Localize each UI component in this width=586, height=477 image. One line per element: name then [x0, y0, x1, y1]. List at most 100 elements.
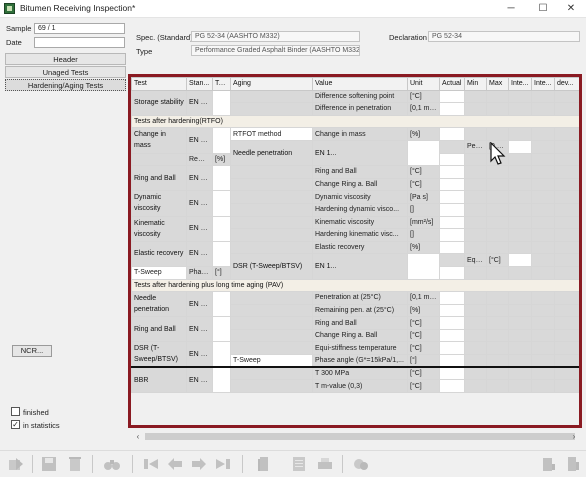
test-flag-cell[interactable] — [212, 89, 231, 116]
test-name-cell[interactable]: Kinematic viscosity — [131, 215, 187, 242]
standard-cell[interactable]: EN 1... — [186, 165, 213, 192]
test-name-cell[interactable]: BBR — [131, 366, 187, 393]
standard-cell[interactable]: EN 1... — [186, 240, 213, 267]
aging-cell[interactable] — [230, 341, 313, 356]
horizontal-scrollbar[interactable]: ‹ › — [133, 431, 579, 442]
test-name-cell[interactable]: Elastic recovery — [131, 240, 187, 267]
standard-cell[interactable]: EN 1... — [186, 366, 213, 393]
actual-value-input[interactable] — [439, 328, 465, 343]
document-icon[interactable] — [254, 456, 272, 472]
column-header[interactable]: Test — [131, 77, 187, 91]
aging-cell[interactable] — [230, 177, 313, 192]
column-header[interactable]: Actual — [439, 77, 465, 91]
close-button[interactable]: ✕ — [556, 0, 586, 18]
attach-icon[interactable] — [352, 456, 370, 472]
previous-record-icon[interactable] — [166, 456, 184, 472]
column-header[interactable]: Max — [486, 77, 509, 91]
test-name-cell[interactable]: Change in mass — [131, 127, 187, 154]
actual-value-input[interactable] — [439, 127, 465, 141]
actual-value-input[interactable] — [508, 139, 532, 154]
ncr-button[interactable]: NCR... — [12, 345, 52, 357]
standard-cell[interactable]: EN 1... — [186, 316, 213, 343]
actual-value-input[interactable] — [439, 316, 465, 330]
test-flag-cell[interactable] — [407, 139, 440, 167]
test-name-cell[interactable]: Needle penetration — [131, 291, 187, 318]
column-header[interactable]: Unit — [407, 77, 440, 91]
exit-icon[interactable] — [7, 456, 25, 472]
aging-cell[interactable] — [439, 139, 465, 154]
column-header[interactable]: Aging — [230, 77, 313, 91]
actual-value-input[interactable] — [439, 165, 465, 179]
aging-cell[interactable] — [230, 165, 313, 179]
aging-cell[interactable] — [230, 240, 313, 255]
report-icon[interactable] — [290, 456, 308, 472]
aging-cell[interactable] — [230, 303, 313, 318]
aging-cell[interactable]: T-Sweep — [230, 354, 313, 368]
aging-cell[interactable] — [230, 190, 313, 204]
test-flag-cell[interactable] — [212, 190, 231, 217]
standard-cell[interactable]: EN 1... — [186, 127, 213, 154]
actual-value-input[interactable] — [439, 354, 465, 368]
standard-cell[interactable]: EN 1... — [186, 89, 213, 116]
aging-cell[interactable] — [230, 379, 313, 393]
test-name-cell[interactable]: Ring and Ball — [131, 316, 187, 343]
test-name-cell[interactable]: DSR (T-Sweep/BTSV) — [131, 341, 187, 368]
aging-cell[interactable] — [230, 202, 313, 217]
test-flag-cell[interactable] — [212, 165, 231, 192]
scroll-left-icon[interactable]: ‹ — [133, 431, 143, 442]
test-name-cell[interactable]: Needle penetration — [230, 139, 313, 167]
test-flag-cell[interactable] — [407, 253, 440, 280]
nav-header-button[interactable]: Header — [5, 53, 126, 65]
actual-value-input[interactable] — [439, 341, 465, 356]
column-header[interactable]: Te... — [212, 77, 231, 91]
test-flag-cell[interactable] — [212, 291, 231, 318]
actual-value-input[interactable] — [439, 89, 465, 104]
actual-value-input[interactable] — [439, 240, 465, 255]
test-name-cell[interactable]: Storage stability — [131, 89, 187, 116]
column-header[interactable]: Stan... — [186, 77, 213, 91]
test-flag-cell[interactable] — [212, 240, 231, 267]
next-record-icon[interactable] — [190, 456, 208, 472]
actual-value-input[interactable] — [439, 265, 465, 280]
nav-unaged-tests-button[interactable]: Unaged Tests — [5, 66, 126, 78]
standard-cell[interactable]: EN 1... — [312, 253, 408, 280]
aging-cell[interactable] — [230, 316, 313, 330]
aging-cell[interactable] — [439, 253, 465, 267]
in-statistics-checkbox[interactable]: ✓ — [11, 420, 20, 429]
actual-value-input[interactable] — [439, 303, 465, 318]
standard-cell[interactable]: EN 1... — [186, 341, 213, 368]
test-flag-cell[interactable] — [212, 341, 231, 368]
finished-checkbox[interactable] — [11, 407, 20, 416]
aging-cell[interactable] — [230, 328, 313, 343]
test-flag-cell[interactable] — [212, 215, 231, 242]
test-flag-cell[interactable] — [212, 316, 231, 343]
delete-icon[interactable] — [66, 456, 84, 472]
first-record-icon[interactable] — [142, 456, 160, 472]
search-binoculars-icon[interactable] — [103, 456, 121, 472]
column-header[interactable]: Inte... — [508, 77, 532, 91]
standard-cell[interactable]: EN 1... — [186, 291, 213, 318]
actual-value-input[interactable] — [439, 228, 465, 242]
standard-cell[interactable]: EN 1... — [312, 139, 408, 167]
maximize-button[interactable]: ☐ — [528, 0, 558, 18]
aging-cell[interactable] — [230, 228, 313, 242]
test-flag-cell[interactable] — [212, 127, 231, 154]
aging-cell[interactable]: RTFOT method — [230, 127, 313, 141]
aging-cell[interactable] — [230, 215, 313, 230]
column-header[interactable]: Inte... — [531, 77, 555, 91]
print-icon[interactable] — [316, 456, 334, 472]
aging-cell[interactable] — [131, 152, 187, 167]
actual-value-input[interactable] — [439, 202, 465, 217]
declaration-field[interactable]: PG 52-34 — [428, 31, 580, 42]
actual-value-input[interactable] — [439, 379, 465, 393]
actual-value-input[interactable] — [439, 215, 465, 230]
minimize-button[interactable]: ─ — [496, 0, 526, 18]
actual-value-input[interactable] — [439, 102, 465, 116]
standard-cell[interactable]: EN 1... — [186, 215, 213, 242]
standard-cell[interactable]: EN 1... — [186, 190, 213, 217]
test-flag-cell[interactable] — [212, 366, 231, 393]
nav-hardening-aging-tests-button[interactable]: Hardening/Aging Tests — [5, 79, 126, 91]
scrollbar-thumb[interactable] — [145, 433, 575, 440]
test-name-cell[interactable]: Ring and Ball — [131, 165, 187, 192]
actual-value-input[interactable] — [439, 366, 465, 381]
